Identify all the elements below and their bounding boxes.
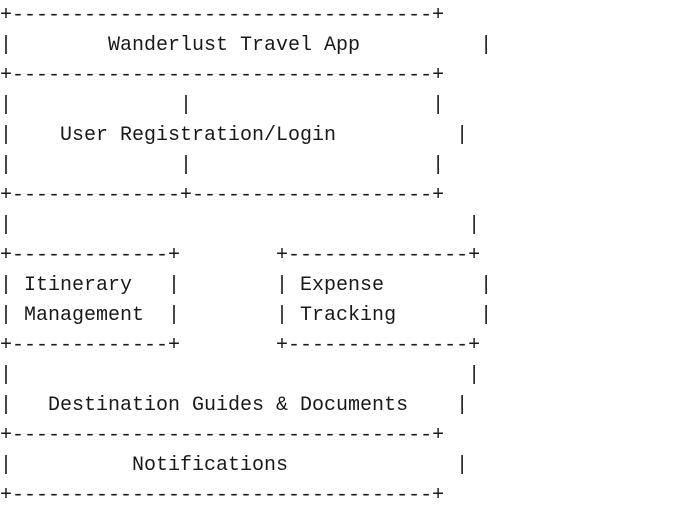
destination-guides-documents-label: | Destination Guides & Documents |: [0, 394, 468, 417]
destination-box-top-line: | |: [0, 364, 480, 387]
notifications-label: | Notifications |: [0, 454, 468, 477]
architecture-diagram: +-----------------------------------+ | …: [0, 4, 492, 506]
header-divider-line: +-----------------------------------+: [0, 64, 444, 87]
top-border-line: +-----------------------------------+: [0, 4, 444, 27]
user-registration-login-label: | User Registration/Login |: [0, 124, 468, 147]
app-title-line: | Wanderlust Travel App |: [0, 34, 492, 57]
connector-line: | |: [0, 214, 480, 237]
registration-box-divider: +--------------+--------------------+: [0, 184, 444, 207]
destination-box-divider: +-----------------------------------+: [0, 424, 444, 447]
itinerary-expense-label-line-1: | Itinerary | | Expense |: [0, 274, 492, 297]
feature-boxes-top-border: +-------------+ +---------------+: [0, 244, 480, 267]
registration-box-bottom-line: | | |: [0, 154, 444, 177]
itinerary-expense-label-line-2: | Management | | Tracking |: [0, 304, 492, 327]
bottom-border-line: +-----------------------------------+: [0, 484, 444, 506]
feature-boxes-bottom-border: +-------------+ +---------------+: [0, 334, 480, 357]
registration-box-top-line: | | |: [0, 94, 444, 117]
